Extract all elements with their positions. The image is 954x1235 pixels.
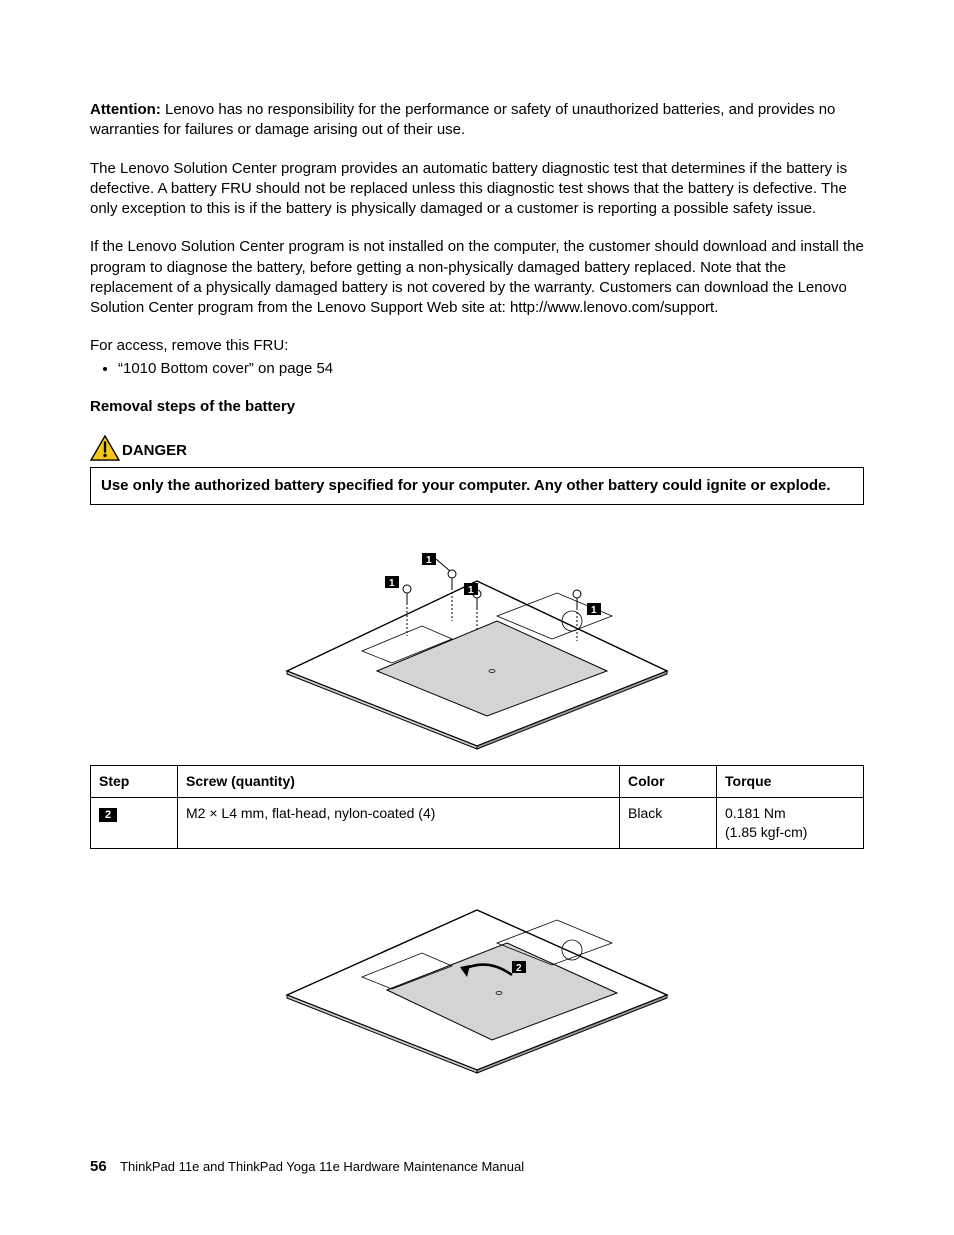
screw-table: Step Screw (quantity) Color Torque 2 M2 … bbox=[90, 765, 864, 849]
th-step: Step bbox=[91, 766, 178, 798]
td-screw: M2 × L4 mm, flat-head, nylon-coated (4) bbox=[178, 798, 620, 849]
fru-list-item: “1010 Bottom cover” on page 54 bbox=[118, 359, 864, 379]
warning-triangle-icon bbox=[90, 435, 120, 461]
step-badge-icon: 2 bbox=[99, 808, 117, 822]
danger-label: DANGER bbox=[122, 441, 187, 461]
page-footer: 56 ThinkPad 11e and ThinkPad Yoga 11e Ha… bbox=[90, 1157, 524, 1177]
table-row: 2 M2 × L4 mm, flat-head, nylon-coated (4… bbox=[91, 798, 864, 849]
svg-text:2: 2 bbox=[516, 963, 522, 974]
th-screw: Screw (quantity) bbox=[178, 766, 620, 798]
th-color: Color bbox=[620, 766, 717, 798]
access-line: For access, remove this FRU: bbox=[90, 336, 864, 356]
figure-battery-screws: 1 1 1 1 bbox=[90, 521, 864, 751]
svg-text:1: 1 bbox=[468, 585, 474, 596]
attention-label: Attention: bbox=[90, 101, 161, 118]
manual-title: ThinkPad 11e and ThinkPad Yoga 11e Hardw… bbox=[120, 1159, 524, 1174]
fru-list: “1010 Bottom cover” on page 54 bbox=[90, 359, 864, 379]
page-number: 56 bbox=[90, 1158, 107, 1175]
svg-text:1: 1 bbox=[591, 605, 597, 616]
attention-body: Lenovo has no responsibility for the per… bbox=[90, 101, 835, 138]
svg-text:1: 1 bbox=[426, 555, 432, 566]
svg-text:1: 1 bbox=[389, 578, 395, 589]
th-torque: Torque bbox=[717, 766, 864, 798]
td-torque: 0.181 Nm (1.85 kgf-cm) bbox=[717, 798, 864, 849]
diagnostic-paragraph: The Lenovo Solution Center program provi… bbox=[90, 159, 864, 220]
td-color: Black bbox=[620, 798, 717, 849]
td-step: 2 bbox=[91, 798, 178, 849]
danger-heading-row: DANGER bbox=[90, 435, 864, 461]
page-content: Attention: Lenovo has no responsibility … bbox=[0, 0, 954, 1235]
attention-paragraph: Attention: Lenovo has no responsibility … bbox=[90, 100, 864, 141]
danger-box: Use only the authorized battery specifie… bbox=[90, 467, 864, 505]
install-paragraph: If the Lenovo Solution Center program is… bbox=[90, 237, 864, 318]
figure-battery-lift: 2 bbox=[90, 865, 864, 1075]
removal-heading: Removal steps of the battery bbox=[90, 397, 864, 417]
